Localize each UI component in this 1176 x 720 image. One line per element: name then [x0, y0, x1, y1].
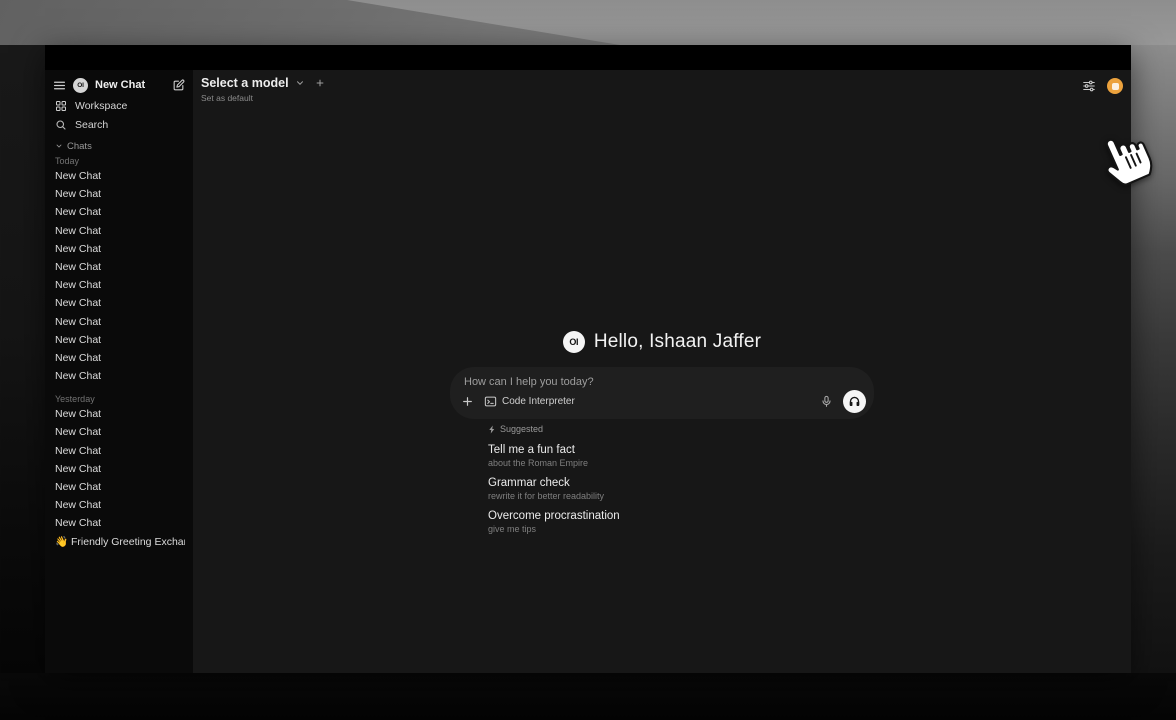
- model-selector-label: Select a model: [201, 76, 289, 90]
- chat-item[interactable]: New Chat: [53, 514, 185, 532]
- desktop-wallpaper-left: [0, 45, 45, 673]
- chat-item[interactable]: New Chat: [53, 405, 185, 423]
- chat-item[interactable]: New Chat: [53, 349, 185, 367]
- chat-item[interactable]: New Chat: [53, 496, 185, 514]
- user-avatar[interactable]: [1107, 78, 1123, 94]
- code-interpreter-toggle[interactable]: Code Interpreter: [484, 395, 575, 408]
- sidebar-toggle-icon[interactable]: [53, 79, 66, 92]
- message-input[interactable]: How can I help you today?: [464, 376, 860, 388]
- set-default-link[interactable]: Set as default: [201, 93, 1123, 103]
- sidebar-item-workspace[interactable]: Workspace: [53, 96, 185, 115]
- chat-item[interactable]: New Chat: [53, 331, 185, 349]
- chat-item[interactable]: New Chat: [53, 276, 185, 294]
- chat-item[interactable]: New Chat: [53, 240, 185, 258]
- search-label: Search: [75, 119, 108, 131]
- window-titlebar: [45, 45, 1131, 70]
- code-interpreter-label: Code Interpreter: [502, 396, 575, 407]
- main-area: Select a model Set as default: [193, 70, 1131, 673]
- search-icon: [55, 119, 67, 131]
- add-model-icon[interactable]: [315, 78, 325, 88]
- sidebar: OI New Chat Workspace Searc: [45, 70, 193, 673]
- avatar-glyph: [1112, 83, 1119, 90]
- workspace-label: Workspace: [75, 100, 127, 112]
- main-header: Select a model Set as default: [193, 70, 1131, 109]
- suggestion-item[interactable]: Grammar check rewrite it for better reada…: [488, 477, 874, 501]
- chat-item[interactable]: New Chat: [53, 367, 185, 385]
- chats-label: Chats: [67, 141, 92, 152]
- chat-item[interactable]: New Chat: [53, 423, 185, 441]
- chat-sections: TodayNew ChatNew ChatNew ChatNew ChatNew…: [53, 155, 185, 551]
- app-window: OI New Chat Workspace Searc: [45, 45, 1131, 673]
- app-logo: OI: [73, 78, 88, 93]
- workspace-grid-icon: [55, 100, 67, 112]
- welcome-panel: OI Hello, Ishaan Jaffer How can I help y…: [450, 330, 874, 534]
- chat-item[interactable]: New Chat: [53, 258, 185, 276]
- controls-sliders-icon[interactable]: [1082, 79, 1096, 93]
- app-logo: OI: [563, 331, 585, 353]
- greeting-text: Hello, Ishaan Jaffer: [594, 331, 761, 353]
- suggested-header: Suggested: [488, 423, 874, 435]
- bolt-icon: [488, 425, 496, 434]
- chat-item[interactable]: New Chat: [53, 294, 185, 312]
- suggestion-subtitle: about the Roman Empire: [488, 458, 874, 468]
- attach-plus-icon[interactable]: [461, 395, 474, 408]
- suggestion-subtitle: rewrite it for better readability: [488, 491, 874, 501]
- composer-toolbar: Code Interpreter: [461, 389, 866, 413]
- suggested-label: Suggested: [500, 424, 543, 434]
- chevron-down-icon: [295, 78, 305, 88]
- suggestion-title: Grammar check: [488, 477, 874, 489]
- suggested-section: Suggested Tell me a fun fact about the Ro…: [488, 423, 874, 534]
- chat-section-label: Today: [55, 155, 185, 167]
- desktop-wallpaper-right: [1131, 45, 1176, 673]
- code-interpreter-icon: [484, 395, 497, 408]
- message-composer[interactable]: How can I help you today? Code Interpret…: [450, 367, 874, 419]
- sidebar-item-search[interactable]: Search: [53, 115, 185, 134]
- header-actions: [1082, 78, 1123, 94]
- chat-item[interactable]: New Chat: [53, 478, 185, 496]
- new-chat-icon[interactable]: [172, 79, 185, 92]
- suggestion-item[interactable]: Tell me a fun fact about the Roman Empire: [488, 444, 874, 468]
- suggestion-item[interactable]: Overcome procrastination give me tips: [488, 510, 874, 534]
- suggestion-subtitle: give me tips: [488, 524, 874, 534]
- suggestion-title: Tell me a fun fact: [488, 444, 874, 456]
- suggestion-list: Tell me a fun fact about the Roman Empire…: [488, 444, 874, 534]
- voice-call-button[interactable]: [843, 390, 866, 413]
- suggestion-title: Overcome procrastination: [488, 510, 874, 522]
- desktop-wallpaper-bottom: [0, 673, 1176, 720]
- model-selector[interactable]: Select a model: [201, 76, 1123, 90]
- app-content: OI New Chat Workspace Searc: [45, 70, 1131, 673]
- chats-section-toggle[interactable]: Chats: [53, 139, 185, 153]
- chat-item[interactable]: New Chat: [53, 313, 185, 331]
- headphones-icon: [848, 395, 861, 408]
- desktop-background: OI New Chat Workspace Searc: [0, 0, 1176, 720]
- chat-item[interactable]: New Chat: [53, 185, 185, 203]
- chat-item[interactable]: 👋 Friendly Greeting Exchange: [53, 533, 185, 551]
- chat-item[interactable]: New Chat: [53, 203, 185, 221]
- chat-item[interactable]: New Chat: [53, 167, 185, 185]
- chat-item[interactable]: New Chat: [53, 442, 185, 460]
- sidebar-header: OI New Chat: [53, 74, 185, 96]
- greeting: OI Hello, Ishaan Jaffer: [450, 330, 874, 354]
- chat-item[interactable]: New Chat: [53, 222, 185, 240]
- sidebar-title: New Chat: [95, 79, 165, 91]
- chat-item[interactable]: New Chat: [53, 460, 185, 478]
- microphone-icon[interactable]: [820, 395, 833, 408]
- chat-section-label: Yesterday: [55, 393, 185, 405]
- chevron-down-icon: [55, 142, 63, 150]
